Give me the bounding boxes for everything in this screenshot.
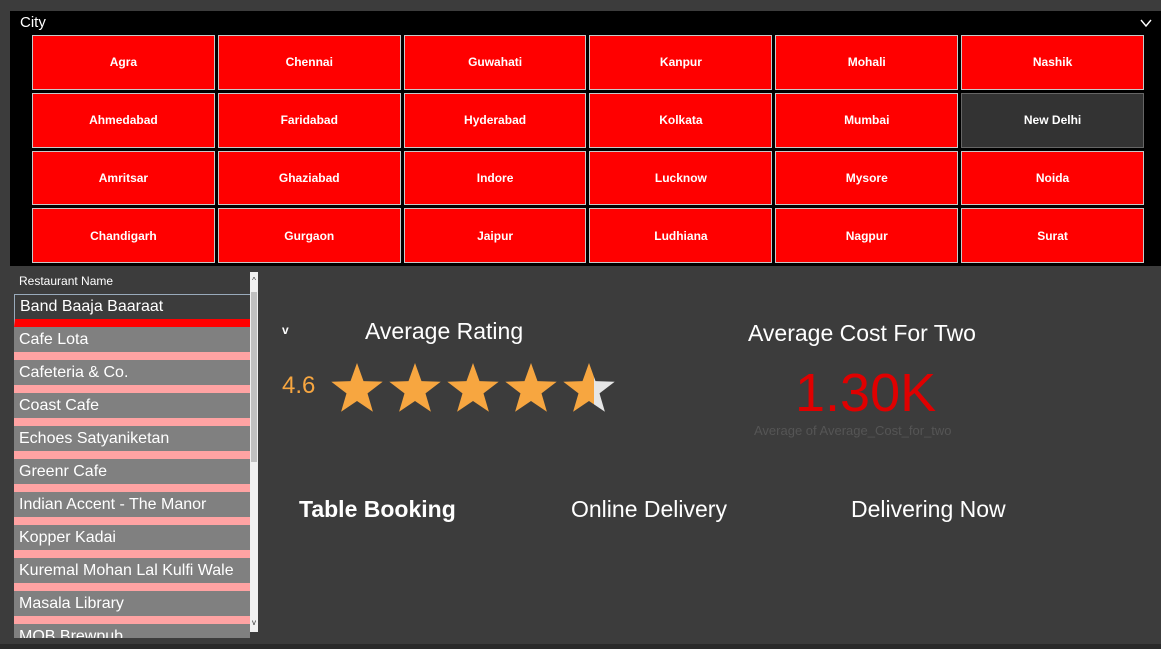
- rating-value: 4.6: [282, 372, 316, 399]
- restaurant-list-item[interactable]: Kuremal Mohan Lal Kulfi Wale: [14, 558, 250, 591]
- rating-marker: v: [282, 323, 289, 337]
- city-button[interactable]: Mohali: [775, 35, 959, 90]
- city-slicer: City Agra Chennai Guwahati Kanpur Mohali Nash…: [10, 11, 1161, 266]
- city-button[interactable]: Mysore: [775, 150, 959, 206]
- restaurant-list-item[interactable]: Greenr Cafe: [14, 459, 250, 492]
- restaurant-list-item[interactable]: Coast Cafe: [14, 393, 250, 426]
- city-button[interactable]: Kanpur: [589, 35, 773, 90]
- city-button[interactable]: Chennai: [217, 35, 401, 90]
- restaurant-scrollbar[interactable]: ^ v: [250, 272, 258, 632]
- restaurant-list: Band Baaja Baaraat Cafe Lota Cafeteria & C…: [14, 294, 250, 638]
- table-booking-toggle[interactable]: Table Booking: [299, 496, 456, 523]
- star-icon: [505, 363, 557, 412]
- star-rating: [331, 363, 615, 412]
- restaurant-list-item[interactable]: Masala Library: [14, 591, 250, 624]
- city-button[interactable]: Ghaziabad: [217, 150, 401, 206]
- city-button[interactable]: Mumbai: [775, 92, 959, 148]
- restaurant-list-item[interactable]: MOB Brewpub: [14, 624, 250, 638]
- scroll-up-icon[interactable]: ^: [250, 276, 258, 286]
- city-button[interactable]: Surat: [961, 208, 1144, 263]
- restaurant-slicer-header: Restaurant Name: [19, 274, 114, 288]
- scroll-down-icon[interactable]: v: [250, 618, 258, 628]
- star-icon: [447, 363, 499, 412]
- city-button[interactable]: Kolkata: [589, 92, 773, 148]
- restaurant-list-item[interactable]: Kopper Kadai: [14, 525, 250, 558]
- city-button[interactable]: Amritsar: [32, 150, 215, 206]
- city-button[interactable]: Hyderabad: [403, 92, 587, 148]
- star-icon: [563, 363, 615, 412]
- chevron-down-icon[interactable]: [1139, 16, 1153, 30]
- city-button[interactable]: Nashik: [961, 35, 1144, 90]
- city-button[interactable]: Gurgaon: [217, 208, 401, 263]
- city-button[interactable]: Faridabad: [217, 92, 401, 148]
- online-delivery-toggle[interactable]: Online Delivery: [571, 496, 727, 523]
- star-icon: [331, 363, 383, 412]
- city-button[interactable]: Jaipur: [403, 208, 587, 263]
- restaurant-list-item[interactable]: Cafe Lota: [14, 327, 250, 360]
- cost-subtitle: Average of Average_Cost_for_two: [754, 423, 952, 438]
- city-button[interactable]: Nagpur: [775, 208, 959, 263]
- city-button[interactable]: Lucknow: [589, 150, 773, 206]
- city-slicer-title: City: [20, 14, 46, 31]
- scroll-thumb[interactable]: [251, 292, 257, 462]
- cost-value: 1.30K: [795, 363, 937, 423]
- delivering-now-toggle[interactable]: Delivering Now: [851, 496, 1006, 523]
- city-button[interactable]: Agra: [32, 35, 215, 90]
- city-button[interactable]: Ahmedabad: [32, 92, 215, 148]
- city-button[interactable]: Chandigarh: [32, 208, 215, 263]
- restaurant-list-item[interactable]: Echoes Satyaniketan: [14, 426, 250, 459]
- city-button[interactable]: Guwahati: [403, 35, 587, 90]
- city-button-grid: Agra Chennai Guwahati Kanpur Mohali Nashik Ahm…: [32, 35, 1144, 263]
- rating-title: Average Rating: [365, 318, 524, 344]
- restaurant-list-item[interactable]: Band Baaja Baaraat: [14, 294, 250, 327]
- cost-title: Average Cost For Two: [748, 320, 976, 346]
- star-icon: [389, 363, 441, 412]
- city-button[interactable]: Ludhiana: [589, 208, 773, 263]
- bottom-border: [0, 644, 1161, 649]
- city-button[interactable]: Indore: [403, 150, 587, 206]
- restaurant-slicer: Restaurant Name Band Baaja Baaraat Cafe L…: [10, 270, 260, 638]
- city-button[interactable]: Noida: [961, 150, 1144, 206]
- restaurant-list-item[interactable]: Cafeteria & Co.: [14, 360, 250, 393]
- city-button[interactable]: New Delhi: [961, 92, 1144, 148]
- restaurant-list-item[interactable]: Indian Accent - The Manor: [14, 492, 250, 525]
